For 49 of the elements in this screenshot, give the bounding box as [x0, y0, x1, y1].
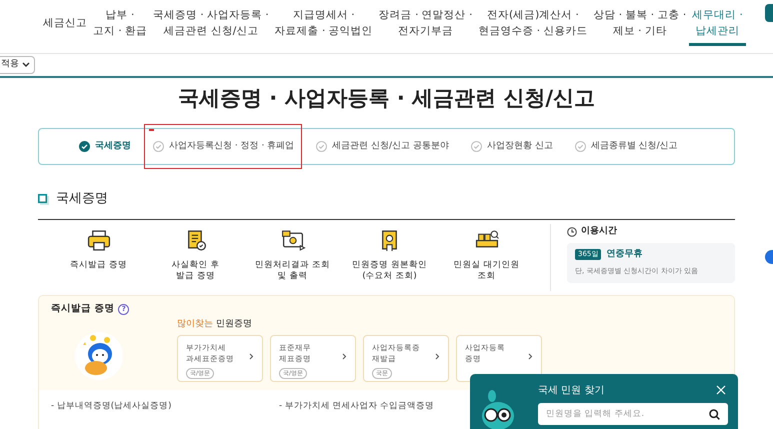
printer-icon [86, 228, 112, 252]
nav-tab[interactable]: 전자(세금)계산서 · 현금영수증 · 신용카드 [475, 7, 590, 46]
search-field[interactable]: 민원명을 입력해 주세요. [538, 403, 728, 425]
category-tab[interactable]: 세금관련 신청/신고 공통분야 [316, 140, 449, 154]
close-icon[interactable] [716, 385, 726, 395]
usage-title: 이용시간 [581, 225, 617, 238]
clock-icon [567, 227, 577, 237]
nav-tab[interactable]: 상담 · 불복 · 고충 · 제보 · 기타 [590, 7, 690, 46]
chevron-right-icon [435, 352, 440, 360]
check-circle-icon [574, 141, 586, 152]
mascot-drawing [480, 390, 516, 429]
certificate-link[interactable]: - 납부내역증명(납세사실증명) [51, 400, 279, 413]
chevron-down-icon [22, 62, 30, 68]
category-tab[interactable]: 세금종류별 신청/신고 [574, 140, 678, 154]
chevron-right-icon [342, 352, 347, 360]
service-link[interactable]: 민원증명 원본확인 (수요처 조회) [341, 228, 438, 291]
service-link[interactable]: 민원처리결과 조회 및 출력 [244, 228, 341, 291]
nav-tab[interactable]: 세금신고 [40, 15, 90, 38]
nav-tab[interactable]: 장려금 · 연말정산 · 전자기부금 [376, 7, 476, 46]
popup-title: 국세 민원 찾기 [538, 384, 604, 398]
instant-title: 즉시발급 증명 [51, 302, 114, 316]
chevron-right-icon [528, 352, 533, 360]
check-circle-icon [79, 141, 90, 152]
monitor-icon [280, 228, 306, 252]
section-title: 국세증명 [56, 190, 108, 208]
service-link[interactable]: 민원실 대기인원 조회 [438, 228, 535, 291]
category-tab[interactable]: 국세증명 [79, 140, 131, 154]
chevron-right-icon [249, 352, 254, 360]
check-circle-icon [153, 141, 164, 152]
marker-dash [149, 129, 154, 131]
popular-label: 민원증명 [216, 318, 252, 332]
check-circle-icon [470, 141, 482, 152]
search-input[interactable]: 민원명을 입력해 주세요. [546, 408, 709, 420]
page-title: 국세증명 · 사업자등록 · 세금관련 신청/신고 [176, 85, 596, 112]
square-icon [38, 194, 49, 204]
category-tab[interactable]: 사업자등록신청 · 정정 · 휴폐업 [153, 140, 294, 154]
popular-highlight: 많이찾는 [177, 318, 213, 332]
nav-tab[interactable]: 세무대리 · 납세관리 [689, 7, 746, 46]
usage-headline: 연중무휴 [606, 248, 642, 261]
service-link[interactable]: 사실확인 후 발급 증명 [147, 228, 244, 291]
nav-tab[interactable]: 국세증명 · 사업자등록 · 세금관련 신청/신고 [150, 7, 272, 46]
filter-dropdown[interactable]: 적용 [0, 56, 35, 74]
search-icon[interactable] [709, 408, 720, 420]
check-circle-icon [316, 141, 328, 152]
service-link[interactable]: 즉시발급 증명 [50, 228, 147, 291]
category-tab[interactable]: 사업장현황 신고 [470, 140, 553, 154]
nav-tab[interactable]: 지급명세서 · 자료제출 · 공익법인 [272, 7, 376, 46]
nav-tab[interactable]: 납부 · 고지 · 환급 [90, 7, 150, 46]
mascot-drawing [75, 332, 123, 380]
